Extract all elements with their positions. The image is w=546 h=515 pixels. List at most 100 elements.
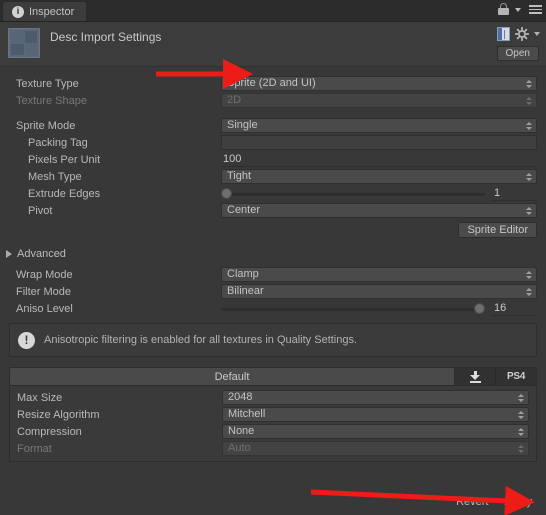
download-icon xyxy=(469,370,481,383)
dropdown-max-size[interactable]: 2048 xyxy=(222,390,529,405)
row-wrap-mode: Wrap Mode Clamp xyxy=(0,266,546,283)
platform-tab-standalone[interactable] xyxy=(455,368,496,385)
label-packing-tag: Packing Tag xyxy=(28,136,88,149)
value-resize-algorithm: Mitchell xyxy=(228,408,266,420)
row-format: Format Auto xyxy=(10,440,536,457)
field-texture-type[interactable]: Sprite (2D and UI) xyxy=(221,76,537,91)
dropdown-sprite-mode[interactable]: Single xyxy=(221,118,537,133)
value-aniso-level[interactable]: 16 xyxy=(491,301,537,316)
row-max-size: Max Size 2048 xyxy=(10,389,536,406)
updown-arrows-icon xyxy=(526,79,532,88)
foldout-advanced-label: Advanced xyxy=(17,248,66,260)
field-texture-shape: 2D xyxy=(221,93,537,108)
updown-arrows-icon xyxy=(526,270,532,279)
platform-settings-panel: Max Size 2048 Resize Algorithm Mitchell xyxy=(9,386,537,462)
dropdown-compression[interactable]: None xyxy=(222,424,529,439)
value-wrap-mode: Clamp xyxy=(227,268,259,280)
gear-dropdown-caret-icon[interactable] xyxy=(534,32,540,36)
value-format: Auto xyxy=(228,442,251,454)
row-aniso-level: Aniso Level 16 xyxy=(0,300,546,317)
lock-icon[interactable] xyxy=(498,3,509,16)
updown-arrows-icon xyxy=(518,427,524,436)
field-resize-algorithm[interactable]: Mitchell xyxy=(222,407,529,422)
helpbox-text: Anisotropic filtering is enabled for all… xyxy=(44,334,358,346)
updown-arrows-icon xyxy=(518,410,524,419)
label-resize-algorithm: Resize Algorithm xyxy=(17,408,100,421)
field-wrap-mode[interactable]: Clamp xyxy=(221,267,537,282)
apply-button[interactable]: Apply xyxy=(499,495,537,509)
dropdown-pivot[interactable]: Center xyxy=(221,203,537,218)
label-format: Format xyxy=(17,442,52,455)
texture-thumbnail xyxy=(8,28,40,58)
field-extrude-edges[interactable]: 1 xyxy=(221,186,537,201)
header-icons xyxy=(497,27,540,41)
platform-tab-default[interactable]: Default xyxy=(10,368,455,385)
row-packing-tag: Packing Tag xyxy=(0,134,546,151)
dropdown-resize-algorithm[interactable]: Mitchell xyxy=(222,407,529,422)
field-aniso-level[interactable]: 16 xyxy=(221,301,537,316)
chevron-down-icon[interactable] xyxy=(515,7,521,12)
foldout-advanced[interactable]: Advanced xyxy=(0,245,546,263)
label-pixels-per-unit: Pixels Per Unit xyxy=(28,153,101,166)
dropdown-mesh-type[interactable]: Tight xyxy=(221,169,537,184)
row-pivot: Pivot Center xyxy=(0,202,546,219)
value-texture-shape: 2D xyxy=(227,94,242,106)
label-extrude-edges: Extrude Edges xyxy=(28,187,101,200)
field-sprite-mode[interactable]: Single xyxy=(221,118,537,133)
slider-track-extrude-edges[interactable] xyxy=(221,193,485,196)
dropdown-texture-type[interactable]: Sprite (2D and UI) xyxy=(221,76,537,91)
dropdown-texture-shape: 2D xyxy=(221,93,537,108)
gear-icon[interactable] xyxy=(515,27,529,41)
inspector-body: Texture Type Sprite (2D and UI) Texture … xyxy=(0,67,546,462)
input-packing-tag[interactable] xyxy=(221,135,537,150)
field-mesh-type[interactable]: Tight xyxy=(221,169,537,184)
input-pixels-per-unit[interactable]: 100 xyxy=(221,152,537,167)
open-button[interactable]: Open xyxy=(496,46,539,61)
sprite-editor-button[interactable]: Sprite Editor xyxy=(458,222,537,238)
asset-preview-icon[interactable] xyxy=(497,27,510,41)
field-format: Auto xyxy=(222,441,529,456)
dropdown-format: Auto xyxy=(222,441,529,456)
triangle-right-icon[interactable] xyxy=(6,250,12,258)
updown-arrows-icon xyxy=(526,206,532,215)
tab-inspector-label: Inspector xyxy=(29,5,75,18)
tabbar-controls xyxy=(498,3,542,16)
tab-inspector[interactable]: i Inspector xyxy=(2,1,88,21)
updown-arrows-icon xyxy=(526,96,532,105)
info-circle-icon: i xyxy=(12,5,24,18)
updown-arrows-icon xyxy=(526,287,532,296)
updown-arrows-icon xyxy=(518,393,524,402)
field-packing-tag[interactable] xyxy=(221,135,537,150)
value-extrude-edges[interactable]: 1 xyxy=(491,186,537,201)
hamburger-menu-icon[interactable] xyxy=(529,5,542,14)
dropdown-filter-mode[interactable]: Bilinear xyxy=(221,284,537,299)
label-aniso-level: Aniso Level xyxy=(16,302,73,315)
slider-knob-aniso-level[interactable] xyxy=(474,303,485,314)
slider-knob-extrude-edges[interactable] xyxy=(221,188,232,199)
platform-tab-ps4[interactable]: PS4 xyxy=(496,368,536,385)
field-compression[interactable]: None xyxy=(222,424,529,439)
dropdown-wrap-mode[interactable]: Clamp xyxy=(221,267,537,282)
field-pixels-per-unit[interactable]: 100 xyxy=(221,152,537,167)
field-pivot[interactable]: Center xyxy=(221,203,537,218)
row-texture-shape: Texture Shape 2D xyxy=(0,92,546,109)
row-extrude-edges: Extrude Edges 1 xyxy=(0,185,546,202)
slider-track-aniso-level[interactable] xyxy=(221,308,485,311)
row-sprite-mode: Sprite Mode Single xyxy=(0,117,546,134)
label-texture-shape: Texture Shape xyxy=(16,94,87,107)
value-max-size: 2048 xyxy=(228,391,253,403)
label-wrap-mode: Wrap Mode xyxy=(16,268,73,281)
value-sprite-mode: Single xyxy=(227,119,258,131)
row-mesh-type: Mesh Type Tight xyxy=(0,168,546,185)
asset-header: Desc Import Settings Open xyxy=(0,22,546,67)
field-max-size[interactable]: 2048 xyxy=(222,390,529,405)
updown-arrows-icon xyxy=(518,444,524,453)
inspector-window: i Inspector Desc Import Settings Open Te… xyxy=(0,0,546,515)
helpbox-anisotropic: ! Anisotropic filtering is enabled for a… xyxy=(9,323,537,357)
label-pivot: Pivot xyxy=(28,204,53,217)
row-pixels-per-unit: Pixels Per Unit 100 xyxy=(0,151,546,168)
revert-button[interactable]: Revert xyxy=(451,495,493,509)
platform-tabbar: Default PS4 xyxy=(9,367,537,386)
row-resize-algorithm: Resize Algorithm Mitchell xyxy=(10,406,536,423)
field-filter-mode[interactable]: Bilinear xyxy=(221,284,537,299)
